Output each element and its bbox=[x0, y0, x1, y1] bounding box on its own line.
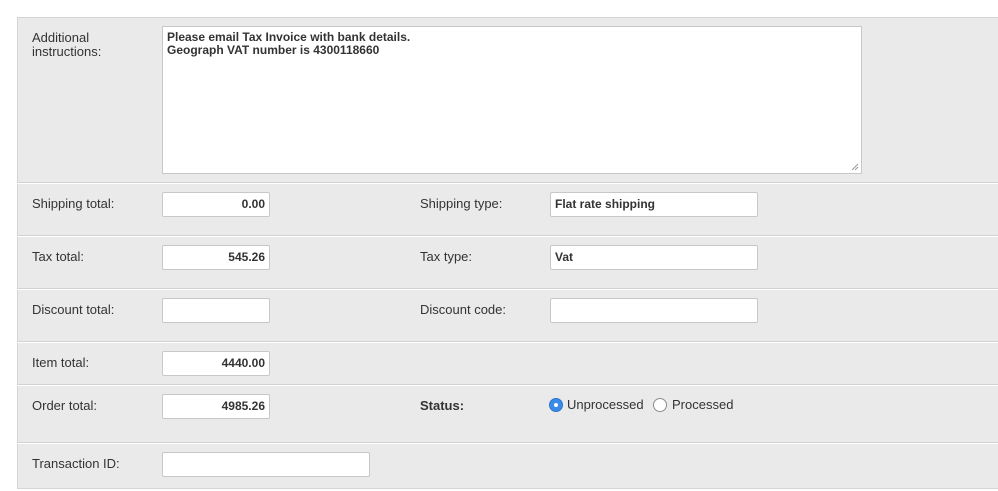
status-option-unprocessed-label[interactable]: Unprocessed bbox=[567, 398, 644, 412]
row-divider bbox=[17, 385, 998, 386]
row-divider bbox=[17, 443, 998, 444]
row-divider bbox=[17, 236, 998, 237]
transaction-id-input[interactable] bbox=[162, 452, 370, 477]
tax-total-input[interactable]: 545.26 bbox=[162, 245, 270, 270]
order-total-label: Order total: bbox=[32, 398, 98, 413]
instructions-line-2: Geograph VAT number is 4300118660 bbox=[167, 43, 380, 57]
discount-total-label: Discount total: bbox=[32, 302, 115, 317]
additional-instructions-label-line1: Additional bbox=[32, 30, 90, 45]
tax-type-input[interactable]: Vat bbox=[550, 245, 758, 270]
transaction-id-label: Transaction ID: bbox=[32, 456, 120, 471]
tax-type-label: Tax type: bbox=[420, 249, 473, 264]
status-option-processed-label[interactable]: Processed bbox=[672, 398, 733, 412]
additional-instructions-textarea[interactable]: Please email Tax Invoice with bank detai… bbox=[162, 26, 862, 174]
row-divider bbox=[17, 183, 998, 184]
shipping-total-input[interactable]: 0.00 bbox=[162, 192, 270, 217]
discount-total-input[interactable] bbox=[162, 298, 270, 323]
resize-grip-icon[interactable] bbox=[851, 163, 859, 171]
row-divider bbox=[17, 342, 998, 343]
shipping-type-label: Shipping type: bbox=[420, 196, 503, 211]
discount-code-input[interactable] bbox=[550, 298, 758, 323]
status-label: Status: bbox=[420, 398, 465, 413]
shipping-type-input[interactable]: Flat rate shipping bbox=[550, 192, 758, 217]
discount-code-label: Discount code: bbox=[420, 302, 506, 317]
additional-instructions-label: Additional instructions: bbox=[32, 31, 101, 59]
shipping-total-label: Shipping total: bbox=[32, 196, 115, 211]
item-total-input[interactable]: 4440.00 bbox=[162, 351, 270, 376]
item-total-label: Item total: bbox=[32, 355, 90, 370]
status-radio-processed[interactable] bbox=[653, 398, 667, 412]
status-radio-unprocessed[interactable] bbox=[549, 398, 563, 412]
tax-total-label: Tax total: bbox=[32, 249, 85, 264]
order-total-input[interactable]: 4985.26 bbox=[162, 394, 270, 419]
additional-instructions-label-line2: instructions: bbox=[32, 44, 102, 59]
row-divider bbox=[17, 289, 998, 290]
